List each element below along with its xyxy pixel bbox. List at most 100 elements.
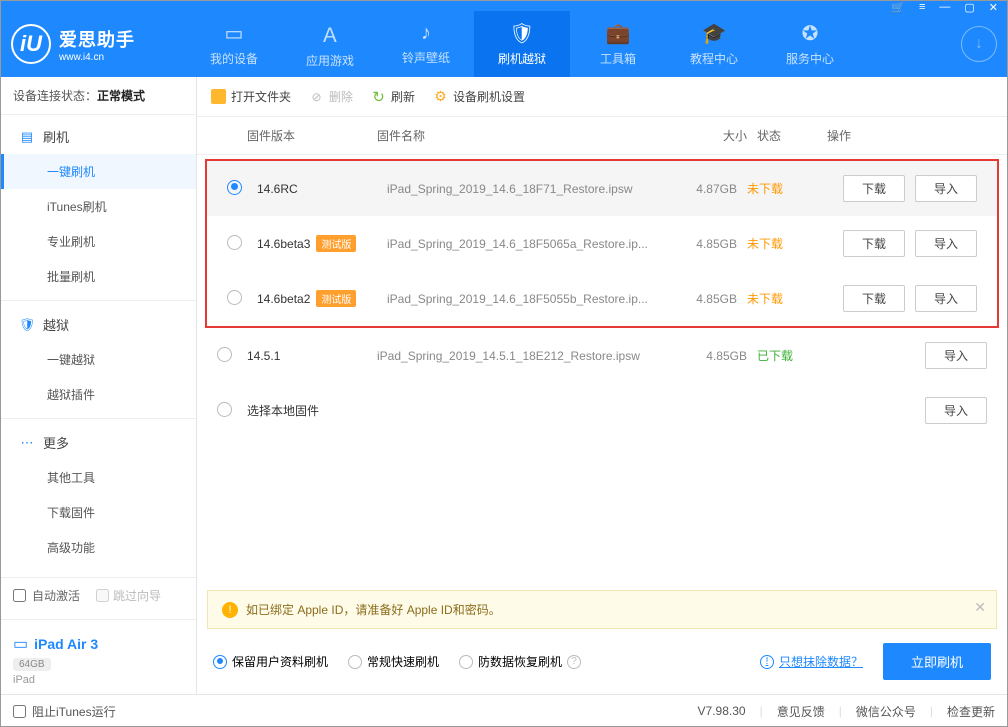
sidebar-item[interactable]: 一键刷机: [1, 154, 196, 189]
app-name: 爱思助手: [59, 26, 135, 52]
option-anti-recovery[interactable]: 防数据恢复刷机?: [459, 653, 581, 670]
feedback-link[interactable]: 意见反馈: [777, 703, 825, 720]
nav-icon: ✪: [802, 21, 819, 46]
window-controls: 🛒 ≡ — ▢ ✕: [888, 0, 1001, 16]
firmware-radio[interactable]: [227, 180, 257, 198]
firmware-radio[interactable]: [217, 402, 247, 420]
firmware-name: iPad_Spring_2019_14.6_18F5055b_Restore.i…: [387, 292, 677, 306]
firmware-row[interactable]: 选择本地固件 导入: [197, 383, 1007, 438]
header: iU 爱思助手 www.i4.cn ▭ 我的设备 Ａ应用游戏 ♪ 铃声壁纸 🛡 刷机越狱 💼 工…: [1, 11, 1007, 77]
sidebar-group[interactable]: ⋯更多: [1, 425, 196, 460]
gear-icon: ⚙: [433, 89, 448, 104]
auto-activate-checkbox[interactable]: [13, 589, 26, 602]
firmware-size: 4.85GB: [677, 237, 747, 251]
firmware-status: 未下载: [747, 235, 817, 252]
content: 打开文件夹 ⊘删除 ↻刷新 ⚙设备刷机设置 固件版本 固件名称 大小 状态 操作…: [197, 77, 1007, 694]
footer: 阻止iTunes运行 V7.98.30| 意见反馈| 微信公众号| 检查更新: [1, 694, 1007, 727]
tip-bar: ! 如已绑定 Apple ID，请准备好 Apple ID和密码。 ✕: [207, 590, 997, 629]
firmware-row[interactable]: 14.6RC iPad_Spring_2019_14.6_18F71_Resto…: [207, 161, 997, 216]
menu-icon[interactable]: ≡: [916, 0, 928, 16]
firmware-version: 14.6RC: [257, 182, 387, 196]
firmware-name: iPad_Spring_2019_14.6_18F5065a_Restore.i…: [387, 237, 677, 251]
block-itunes-checkbox[interactable]: [13, 705, 26, 718]
folder-icon: [211, 89, 226, 104]
nav-label: 刷机越狱: [498, 50, 546, 67]
nav-label: 教程中心: [690, 50, 738, 67]
sidebar: 设备连接状态：正常模式 ▤刷机一键刷机iTunes刷机专业刷机批量刷机🛡越狱一键…: [1, 77, 197, 694]
settings-button[interactable]: ⚙设备刷机设置: [433, 88, 525, 105]
group-icon: ▤: [19, 129, 35, 145]
sidebar-item[interactable]: 其他工具: [1, 460, 196, 495]
import-button[interactable]: 导入: [915, 175, 977, 202]
nav-label: 服务中心: [786, 50, 834, 67]
erase-data-link[interactable]: !只想抹除数据？: [760, 653, 863, 670]
sidebar-item[interactable]: iTunes刷机: [1, 189, 196, 224]
delete-button: ⊘删除: [309, 88, 353, 105]
download-button[interactable]: 下载: [843, 285, 905, 312]
flash-button[interactable]: 立即刷机: [883, 643, 991, 680]
logo-icon: iU: [11, 24, 51, 64]
nav-label: 铃声壁纸: [402, 49, 450, 66]
refresh-icon: ↻: [371, 89, 386, 104]
firmware-status: 未下载: [747, 290, 817, 307]
nav-label: 我的设备: [210, 50, 258, 67]
nav-tab[interactable]: 🎓教程中心: [666, 11, 762, 77]
firmware-radio[interactable]: [227, 235, 257, 253]
nav-icon: 💼: [606, 21, 631, 46]
download-button[interactable]: 下载: [843, 230, 905, 257]
nav-tab[interactable]: ♪ 铃声壁纸: [378, 11, 474, 77]
sidebar-item[interactable]: 一键越狱: [1, 342, 196, 377]
nav-icon: ♪: [421, 22, 431, 45]
sidebar-group[interactable]: 🛡越狱: [1, 307, 196, 342]
sidebar-item[interactable]: 专业刷机: [1, 224, 196, 259]
wechat-link[interactable]: 微信公众号: [856, 703, 916, 720]
sidebar-item[interactable]: 高级功能: [1, 530, 196, 565]
nav-tab[interactable]: 💼 工具箱: [570, 11, 666, 77]
maximize-icon[interactable]: ▢: [961, 0, 977, 16]
import-button[interactable]: 导入: [915, 285, 977, 312]
import-button[interactable]: 导入: [915, 230, 977, 257]
tip-close-icon[interactable]: ✕: [974, 599, 986, 616]
firmware-radio[interactable]: [217, 347, 247, 365]
cart-icon[interactable]: 🛒: [888, 0, 908, 16]
nav-icon: ▭: [225, 21, 244, 46]
refresh-button[interactable]: ↻刷新: [371, 88, 415, 105]
close-icon[interactable]: ✕: [986, 0, 1001, 16]
version-label: V7.98.30: [698, 704, 746, 718]
nav-label: 应用游戏: [306, 52, 354, 69]
table-header: 固件版本 固件名称 大小 状态 操作: [197, 117, 1007, 155]
sidebar-item[interactable]: 下载固件: [1, 495, 196, 530]
help-icon[interactable]: ?: [567, 655, 581, 669]
import-button[interactable]: 导入: [925, 342, 987, 369]
update-link[interactable]: 检查更新: [947, 703, 995, 720]
skip-wizard-checkbox: [96, 589, 109, 602]
tip-text: 如已绑定 Apple ID，请准备好 Apple ID和密码。: [246, 601, 501, 618]
firmware-radio[interactable]: [227, 290, 257, 308]
sidebar-item[interactable]: 批量刷机: [1, 259, 196, 294]
import-button[interactable]: 导入: [925, 397, 987, 424]
app-url: www.i4.cn: [59, 52, 135, 63]
option-normal[interactable]: 常规快速刷机: [348, 653, 439, 670]
open-folder-button[interactable]: 打开文件夹: [211, 88, 291, 105]
option-keep-data[interactable]: 保留用户资料刷机: [213, 653, 328, 670]
nav-tab[interactable]: ▭ 我的设备: [186, 11, 282, 77]
nav-label: 工具箱: [600, 50, 636, 67]
nav-tab[interactable]: Ａ应用游戏: [282, 11, 378, 77]
nav-icon: 🛡: [509, 21, 534, 46]
sidebar-item[interactable]: 越狱插件: [1, 377, 196, 412]
nav-tab[interactable]: ✪ 服务中心: [762, 11, 858, 77]
sidebar-group[interactable]: ▤刷机: [1, 119, 196, 154]
firmware-row[interactable]: 14.6beta2测试版 iPad_Spring_2019_14.6_18F50…: [207, 271, 997, 326]
nav-tab[interactable]: 🛡 刷机越狱: [474, 11, 570, 77]
firmware-row[interactable]: 14.5.1 iPad_Spring_2019_14.5.1_18E212_Re…: [197, 328, 1007, 383]
delete-icon: ⊘: [309, 89, 324, 104]
device-type: iPad: [13, 674, 184, 686]
firmware-version: 14.5.1: [247, 349, 377, 363]
firmware-status: 未下载: [747, 180, 817, 197]
download-indicator-icon[interactable]: ↓: [961, 26, 997, 62]
minimize-icon[interactable]: —: [936, 0, 953, 16]
device-info[interactable]: ▭ iPad Air 3 64GB iPad: [1, 626, 196, 694]
firmware-row[interactable]: 14.6beta3测试版 iPad_Spring_2019_14.6_18F50…: [207, 216, 997, 271]
download-button[interactable]: 下载: [843, 175, 905, 202]
firmware-status: 已下载: [757, 347, 827, 364]
